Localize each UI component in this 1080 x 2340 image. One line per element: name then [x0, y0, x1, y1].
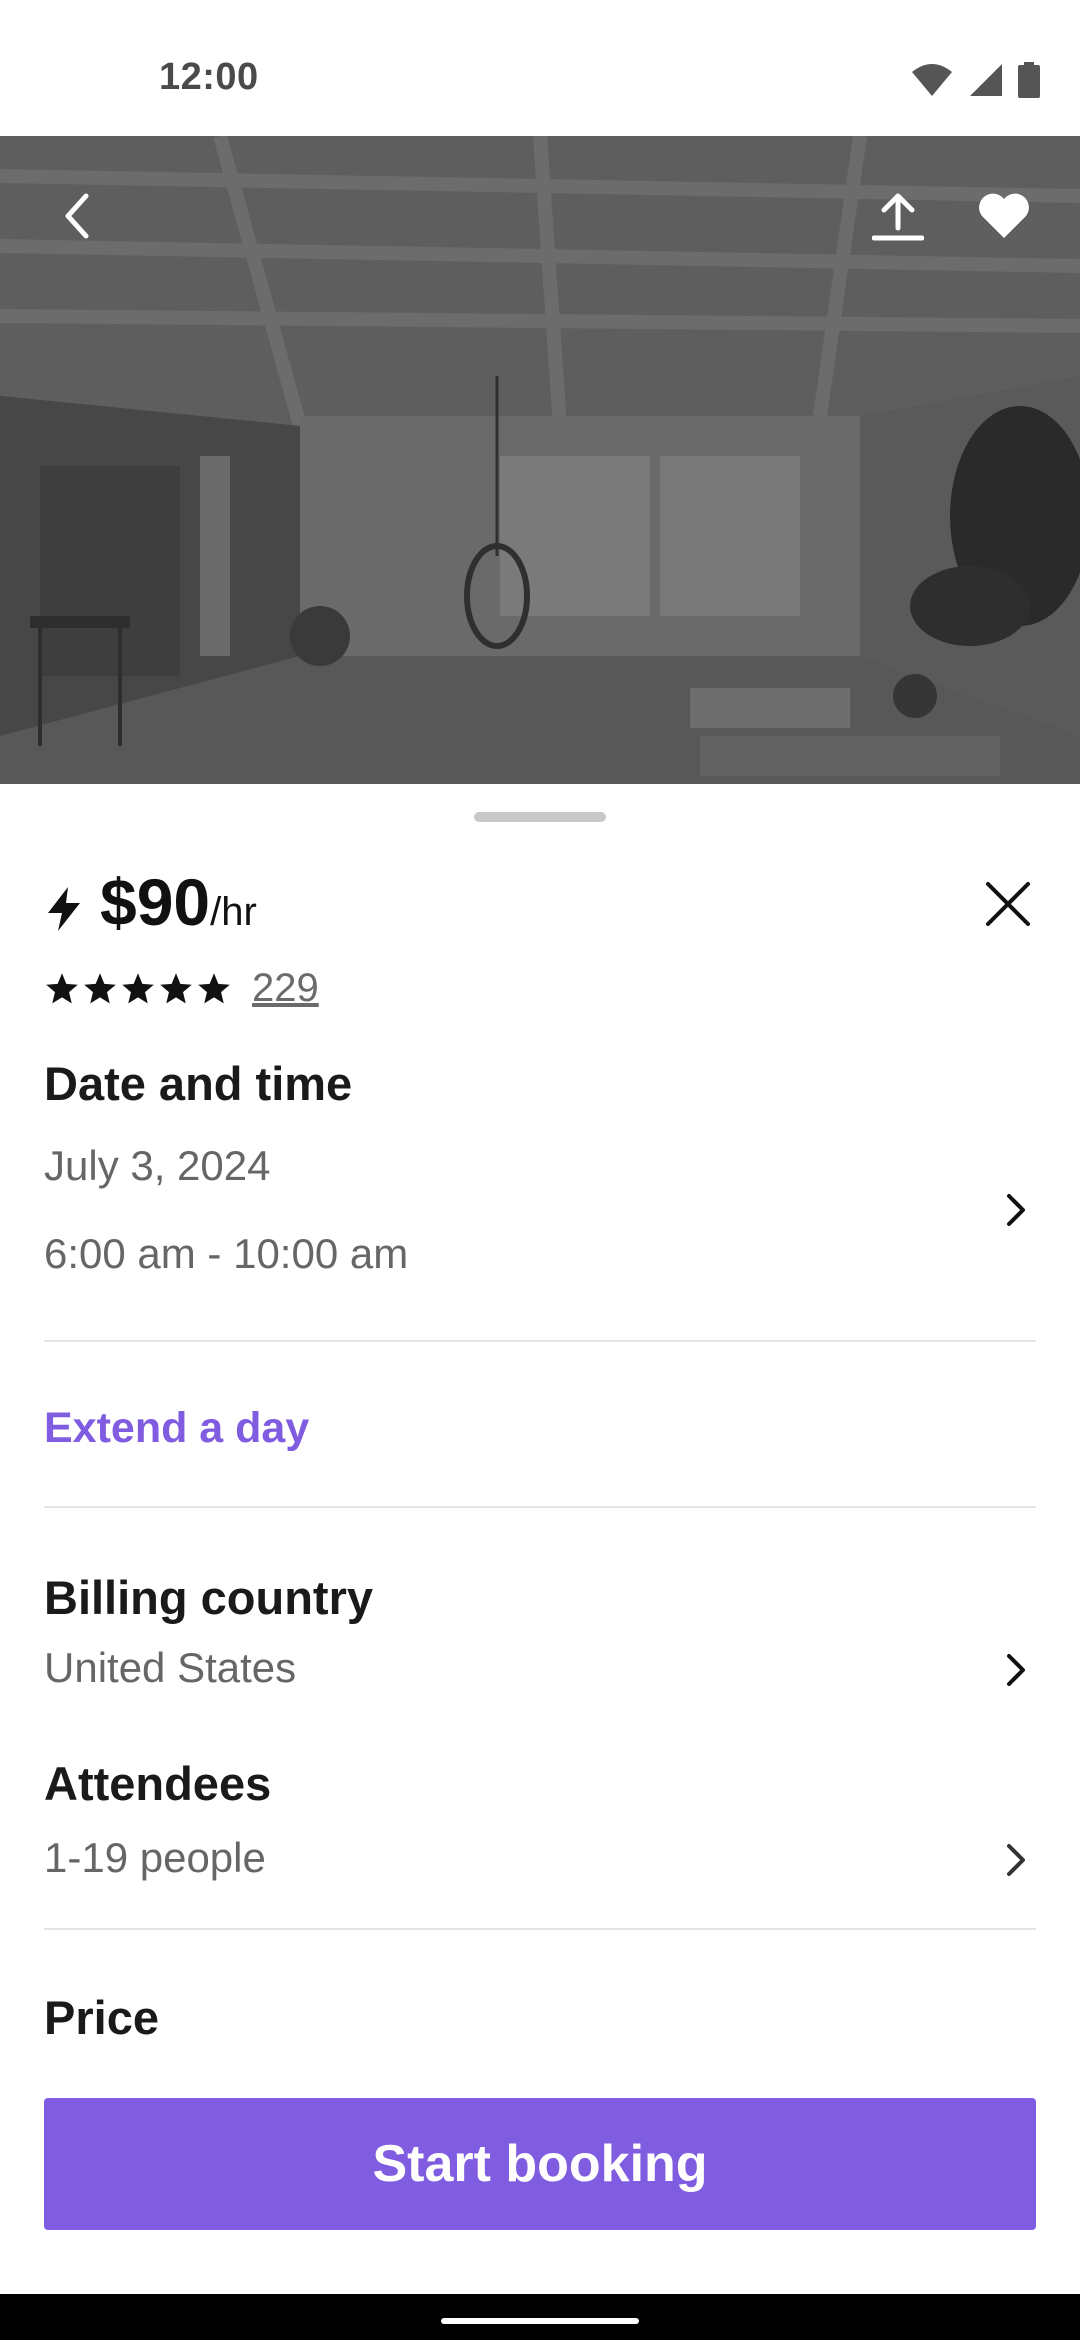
attendees-title: Attendees	[44, 1757, 272, 1810]
status-bar: 12:00	[0, 0, 1080, 136]
chevron-right-icon	[1007, 1844, 1025, 1876]
divider	[44, 1928, 1036, 1930]
reviews-link[interactable]: 229	[252, 966, 319, 1011]
heart-icon	[979, 193, 1029, 238]
time-range-value: 6:00 am - 10:00 am	[44, 1230, 409, 1277]
start-booking-button[interactable]: Start booking	[44, 2098, 1036, 2230]
star-icon	[198, 972, 230, 1003]
rating-stars	[44, 971, 232, 1007]
back-button[interactable]	[38, 176, 118, 256]
close-button[interactable]	[976, 872, 1040, 936]
star-icon	[122, 972, 154, 1003]
star-icon	[84, 972, 116, 1003]
wifi-icon	[912, 64, 952, 96]
billing-country-title: Billing country	[44, 1571, 373, 1624]
extend-a-day-link[interactable]: Extend a day	[44, 1404, 309, 1453]
sheet-drag-handle[interactable]	[474, 812, 606, 822]
price-section-title: Price	[44, 1991, 159, 2044]
price-row: $90 /hr	[44, 864, 257, 940]
signal-icon	[970, 64, 1002, 96]
billing-country-value: United States	[44, 1644, 297, 1691]
status-time: 12:00	[159, 56, 259, 98]
back-icon	[65, 193, 89, 239]
system-nav-bar	[0, 2294, 1080, 2340]
price-unit: /hr	[210, 890, 257, 934]
date-time-title: Date and time	[44, 1057, 353, 1110]
attendees-value: 1-19 people	[44, 1834, 266, 1881]
divider	[44, 1340, 1036, 1342]
date-value: July 3, 2024	[44, 1142, 271, 1189]
bolt-icon	[48, 887, 80, 931]
listing-photo[interactable]	[0, 136, 1080, 784]
share-icon	[872, 193, 924, 241]
status-icons	[910, 62, 1040, 98]
rating-row: 229	[44, 966, 319, 1011]
battery-icon	[1018, 62, 1040, 98]
favorite-button[interactable]	[964, 176, 1044, 256]
home-gesture-pill[interactable]	[441, 2318, 639, 2324]
share-button[interactable]	[858, 176, 938, 256]
divider	[44, 1506, 1036, 1508]
star-icon	[160, 972, 192, 1003]
booking-sheet: $90 /hr 229 Date and time July 3, 2024 6…	[0, 784, 1080, 2294]
price-value: $90	[100, 865, 211, 939]
star-icon	[46, 972, 78, 1003]
close-icon	[986, 882, 1030, 926]
chevron-right-icon	[1007, 1194, 1025, 1226]
chevron-right-icon	[1007, 1654, 1025, 1686]
